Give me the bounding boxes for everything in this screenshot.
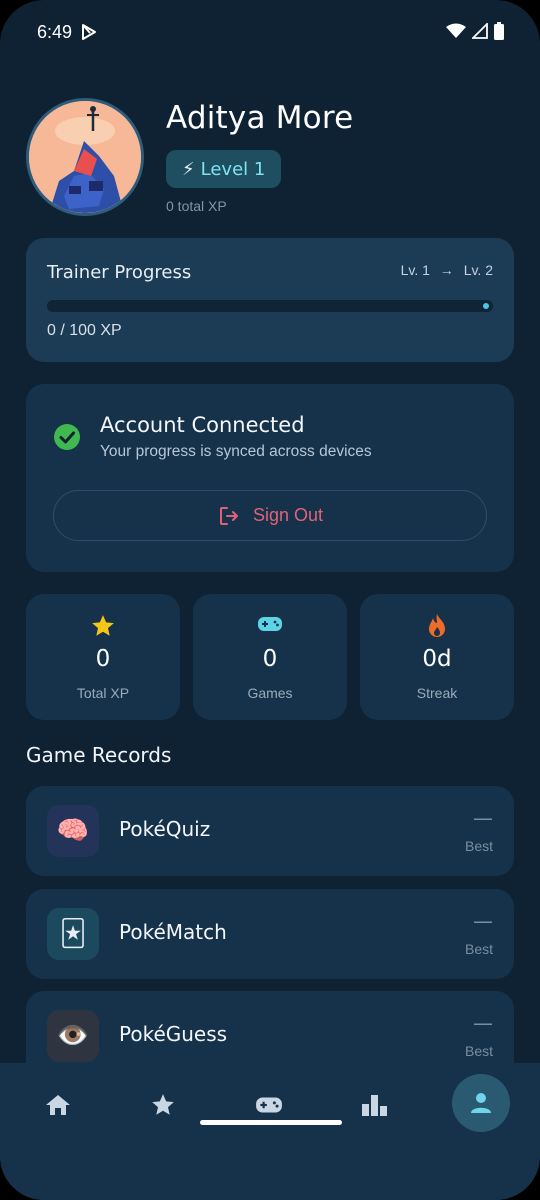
stat-label: Streak bbox=[416, 685, 458, 701]
flame-icon bbox=[429, 614, 445, 637]
game-records-title: Game Records bbox=[26, 743, 172, 767]
status-bar: 6:49 bbox=[0, 0, 540, 64]
play-store-icon bbox=[82, 24, 96, 40]
level-badge-label: Level 1 bbox=[200, 158, 266, 180]
current-level: Lv. 1 bbox=[400, 262, 430, 278]
star-icon bbox=[152, 1094, 174, 1115]
stat-value: 0 bbox=[262, 646, 278, 672]
trainer-progress-title: Trainer Progress bbox=[47, 262, 192, 283]
xp-progress-bar bbox=[47, 300, 493, 312]
star-icon bbox=[92, 615, 114, 636]
avatar-illustration bbox=[29, 101, 141, 213]
stat-total-xp: 0 Total XP bbox=[26, 594, 180, 720]
game-record-best-value: — bbox=[473, 806, 493, 830]
stat-label: Games bbox=[247, 685, 293, 701]
nav-leaderboard[interactable] bbox=[344, 1075, 404, 1135]
game-record-name: PokéMatch bbox=[119, 920, 227, 944]
nav-favorites[interactable] bbox=[133, 1075, 193, 1135]
arrow-right-icon: → bbox=[439, 262, 454, 278]
bar-chart-icon bbox=[362, 1095, 387, 1116]
total-xp-subtitle: 0 total XP bbox=[166, 198, 227, 214]
cell-signal-icon bbox=[472, 23, 488, 39]
playing-card-icon: 🃏 bbox=[47, 908, 99, 960]
game-record-name: PokéQuiz bbox=[119, 817, 211, 841]
user-name: Aditya More bbox=[166, 100, 354, 136]
game-record-pokematch[interactable]: 🃏 PokéMatch — Best bbox=[26, 889, 514, 979]
battery-icon bbox=[494, 22, 504, 40]
app-screen: 6:49 Aditya More ⚡ Level 1 0 total XP Tr… bbox=[0, 0, 540, 1200]
nav-games[interactable] bbox=[239, 1075, 299, 1135]
game-record-best-value: — bbox=[473, 909, 493, 933]
game-record-name: PokéGuess bbox=[119, 1022, 228, 1046]
wifi-icon bbox=[446, 23, 466, 38]
stat-games: 0 Games bbox=[193, 594, 347, 720]
sign-out-button[interactable]: Sign Out bbox=[53, 490, 487, 541]
person-icon bbox=[471, 1093, 491, 1113]
status-time: 6:49 bbox=[37, 22, 73, 42]
account-status-subtitle: Your progress is synced across devices bbox=[100, 443, 372, 460]
game-record-best-value: — bbox=[473, 1011, 493, 1035]
stat-label: Total XP bbox=[76, 685, 130, 701]
check-circle-icon bbox=[54, 424, 80, 450]
home-indicator[interactable] bbox=[200, 1120, 342, 1125]
stat-value: 0 bbox=[95, 646, 111, 672]
status-icons bbox=[446, 22, 504, 40]
home-icon bbox=[46, 1095, 70, 1115]
game-record-pokequiz[interactable]: 🧠 PokéQuiz — Best bbox=[26, 786, 514, 876]
xp-progress-end-dot bbox=[483, 303, 489, 309]
lightning-icon: ⚡ bbox=[182, 158, 195, 180]
next-level: Lv. 2 bbox=[463, 262, 493, 278]
profile-header: Aditya More ⚡ Level 1 0 total XP bbox=[26, 98, 516, 218]
game-record-best-label: Best bbox=[464, 1043, 493, 1059]
game-record-best-label: Best bbox=[464, 941, 493, 957]
stat-streak: 0d Streak bbox=[360, 594, 514, 720]
gamepad-icon bbox=[256, 1097, 282, 1113]
level-badge: ⚡ Level 1 bbox=[166, 150, 282, 188]
trainer-progress-card: Trainer Progress Lv. 1 → Lv. 2 0 / 100 X… bbox=[26, 238, 514, 362]
bottom-navigation bbox=[0, 1063, 540, 1200]
account-status-title: Account Connected bbox=[100, 413, 305, 437]
stats-row: 0 Total XP 0 Games 0d Streak bbox=[26, 594, 514, 720]
stat-value: 0d bbox=[422, 646, 452, 672]
level-range: Lv. 1 → Lv. 2 bbox=[401, 262, 493, 278]
nav-profile[interactable] bbox=[452, 1074, 510, 1132]
account-card: Account Connected Your progress is synce… bbox=[26, 384, 514, 572]
eye-icon: 👁️ bbox=[47, 1010, 99, 1062]
brain-icon: 🧠 bbox=[47, 805, 99, 857]
xp-progress-text: 0 / 100 XP bbox=[47, 322, 122, 339]
sign-out-label: Sign Out bbox=[252, 505, 324, 525]
avatar[interactable] bbox=[26, 98, 144, 216]
gamepad-icon bbox=[258, 617, 282, 631]
nav-home[interactable] bbox=[28, 1075, 88, 1135]
logout-icon bbox=[219, 506, 238, 525]
game-record-best-label: Best bbox=[464, 838, 493, 854]
